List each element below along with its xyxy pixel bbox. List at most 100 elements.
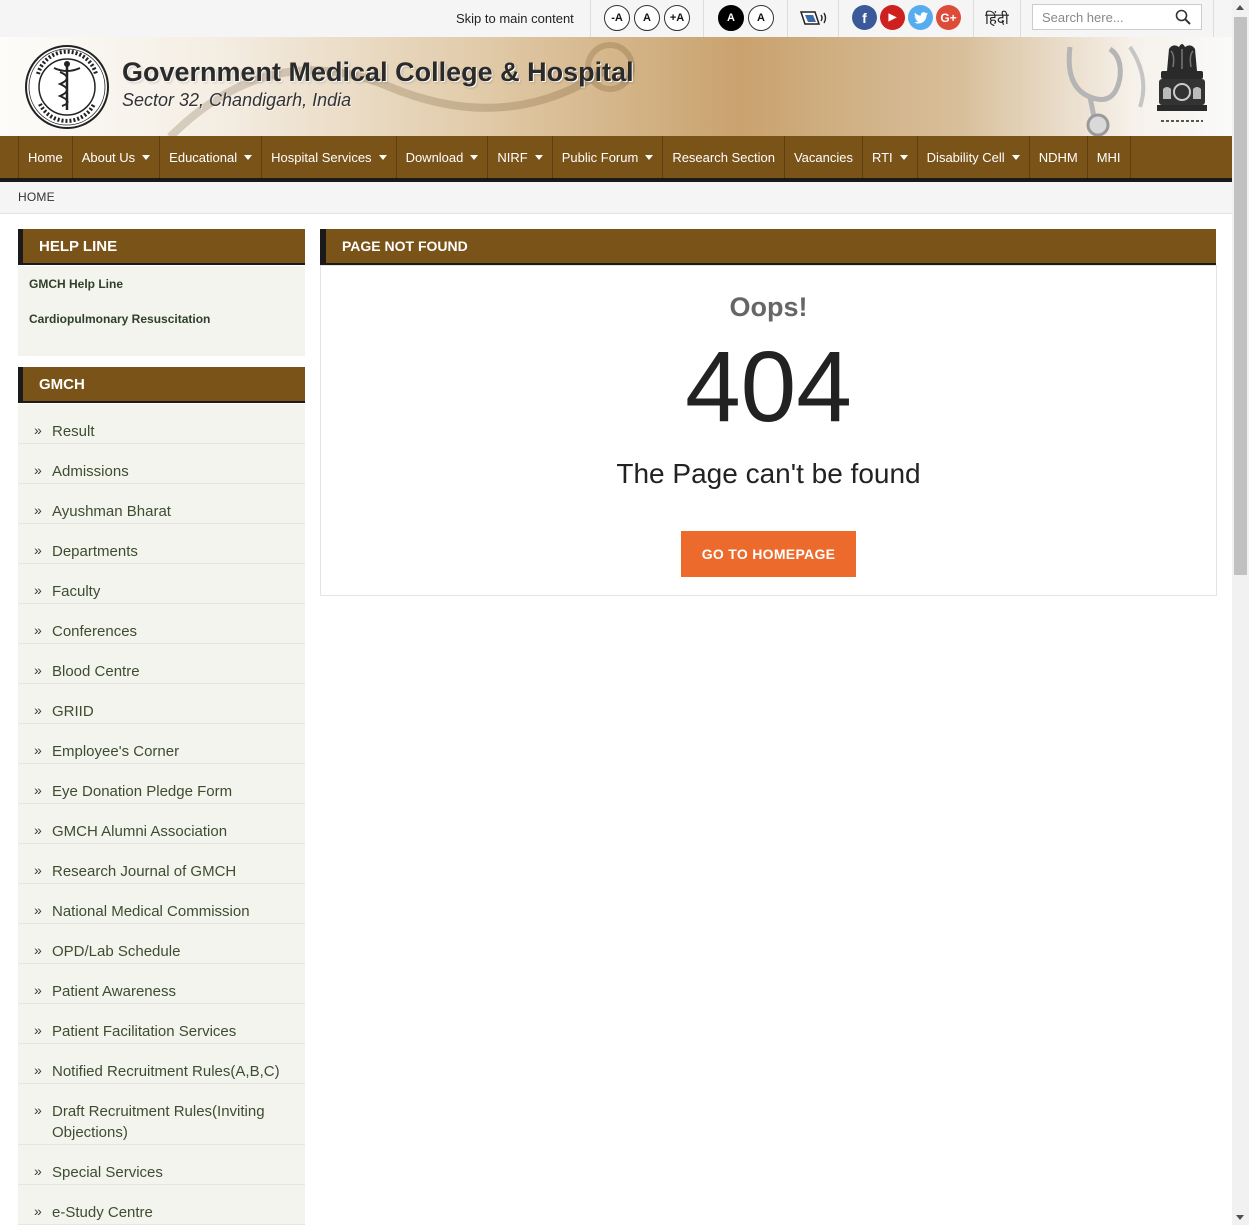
- nav-item-label: Educational: [169, 149, 238, 165]
- utility-bar: Skip to main content -A A +A A A f ▶ G+ …: [0, 0, 1232, 38]
- gmch-link-item[interactable]: » Conferences: [18, 604, 305, 644]
- nav-item-vacancies[interactable]: Vacancies: [785, 136, 863, 178]
- gmch-link-list: » Result » Admissions » Ayushman Bharat » Depar…: [18, 404, 305, 1225]
- gmch-link-item[interactable]: » e-Study Centre: [18, 1185, 305, 1225]
- search-icon[interactable]: [1175, 9, 1191, 25]
- page-not-found-header: PAGE NOT FOUND: [320, 229, 1216, 265]
- divider: [1020, 0, 1021, 37]
- nav-item-about-us[interactable]: About Us: [73, 136, 161, 178]
- font-decrease-button[interactable]: -A: [604, 5, 630, 31]
- scrollbar-thumb[interactable]: [1234, 17, 1247, 575]
- gmch-link-item[interactable]: » GMCH Alumni Association: [18, 804, 305, 844]
- gmch-link-item[interactable]: » Result: [18, 404, 305, 444]
- nav-item-label: NIRF: [497, 149, 528, 165]
- nav-item-label: NDHM: [1038, 149, 1078, 165]
- nav-item-hospital-services[interactable]: Hospital Services: [262, 136, 397, 178]
- double-chevron-icon: »: [34, 1022, 42, 1038]
- nav-item-public-forum[interactable]: Public Forum: [553, 136, 664, 178]
- nav-item-label: Research Section: [672, 149, 775, 165]
- gmch-link-item[interactable]: » Ayushman Bharat: [18, 484, 305, 524]
- caret-down-icon: [534, 154, 543, 160]
- gmch-link-item[interactable]: » OPD/Lab Schedule: [18, 924, 305, 964]
- gmch-helpline-link[interactable]: GMCH Help Line: [29, 277, 123, 291]
- double-chevron-icon: »: [34, 982, 42, 998]
- nav-item-educational[interactable]: Educational: [160, 136, 263, 178]
- double-chevron-icon: »: [34, 422, 42, 438]
- screen-reader-icon[interactable]: [800, 8, 830, 28]
- gmch-link-item[interactable]: » National Medical Commission: [18, 884, 305, 924]
- nav-item-home[interactable]: Home: [18, 136, 73, 178]
- page-title: PAGE NOT FOUND: [342, 238, 468, 254]
- gmch-link-label: Conferences: [52, 623, 138, 640]
- go-to-homepage-button[interactable]: GO TO HOMEPAGE: [681, 531, 856, 577]
- scroll-up-arrow-icon[interactable]: [1236, 5, 1244, 10]
- double-chevron-icon: »: [34, 1163, 42, 1179]
- nav-item-research-section[interactable]: Research Section: [663, 136, 785, 178]
- nav-item-label: Disability Cell: [926, 149, 1005, 165]
- nav-item-mhi[interactable]: MHI: [1088, 136, 1131, 178]
- gmch-link-label: Notified Recruitment Rules(A,B,C): [52, 1063, 280, 1080]
- main-navigation: Home About Us Educational Hospital Services…: [0, 136, 1232, 182]
- gmch-link-item[interactable]: » Patient Awareness: [18, 964, 305, 1004]
- scroll-down-arrow-icon[interactable]: [1236, 1215, 1244, 1220]
- gmch-link-item[interactable]: » Notified Recruitment Rules(A,B,C): [18, 1044, 305, 1084]
- gmch-link-item[interactable]: » Research Journal of GMCH: [18, 844, 305, 884]
- nav-item-nirf[interactable]: NIRF: [488, 136, 553, 178]
- font-increase-button[interactable]: +A: [664, 5, 690, 31]
- gmch-link-label: OPD/Lab Schedule: [52, 943, 181, 960]
- error-panel: Oops! 404 The Page can't be found GO TO …: [320, 265, 1217, 596]
- gmch-link-label: Patient Facilitation Services: [52, 1023, 237, 1040]
- font-normal-button[interactable]: A: [634, 5, 660, 31]
- gmch-link-item[interactable]: » Eye Donation Pledge Form: [18, 764, 305, 804]
- gmch-link-item[interactable]: » Departments: [18, 524, 305, 564]
- gmch-link-item[interactable]: » Employee's Corner: [18, 724, 305, 764]
- nav-item-rti[interactable]: RTI: [863, 136, 918, 178]
- page-scrollbar[interactable]: [1232, 0, 1249, 1225]
- helpline-header: HELP LINE: [18, 229, 305, 265]
- high-contrast-button[interactable]: A: [718, 5, 744, 31]
- page: Skip to main content -A A +A A A f ▶ G+ …: [0, 0, 1232, 1225]
- double-chevron-icon: »: [34, 1203, 42, 1219]
- national-emblem-image: [1157, 44, 1207, 122]
- gmch-link-label: Research Journal of GMCH: [52, 863, 237, 880]
- caret-down-icon: [645, 154, 654, 160]
- breadcrumb-home[interactable]: HOME: [18, 190, 55, 204]
- twitter-icon[interactable]: [908, 5, 933, 30]
- nav-item-label: RTI: [871, 149, 893, 165]
- facebook-icon[interactable]: f: [852, 5, 877, 30]
- language-toggle-hindi[interactable]: हिंदी: [985, 9, 1009, 29]
- site-header: Government Medical College & Hospital Se…: [0, 37, 1232, 136]
- search-input[interactable]: [1033, 5, 1177, 29]
- helpline-title: HELP LINE: [39, 238, 118, 255]
- gmch-link-item[interactable]: » Special Services: [18, 1145, 305, 1185]
- nav-item-download[interactable]: Download: [397, 136, 489, 178]
- gmch-link-item[interactable]: » Faculty: [18, 564, 305, 604]
- gmch-link-item[interactable]: » Patient Facilitation Services: [18, 1004, 305, 1044]
- double-chevron-icon: »: [34, 582, 42, 598]
- gmch-link-item[interactable]: » Admissions: [18, 444, 305, 484]
- double-chevron-icon: »: [34, 822, 42, 838]
- double-chevron-icon: »: [34, 862, 42, 878]
- gmch-link-item[interactable]: » Draft Recruitment Rules(Inviting Object…: [18, 1084, 305, 1145]
- google-plus-icon[interactable]: G+: [936, 5, 961, 30]
- gmch-link-label: GRIID: [52, 703, 94, 720]
- youtube-icon[interactable]: ▶: [880, 5, 905, 30]
- gmch-title: GMCH: [39, 376, 85, 393]
- double-chevron-icon: »: [34, 902, 42, 918]
- caret-down-icon: [1011, 154, 1020, 160]
- gmch-header: GMCH: [18, 367, 305, 403]
- gmch-link-item[interactable]: » Blood Centre: [18, 644, 305, 684]
- nav-item-ndhm[interactable]: NDHM: [1030, 136, 1088, 178]
- normal-contrast-button[interactable]: A: [748, 5, 774, 31]
- gmch-link-label: Result: [52, 423, 95, 440]
- gmch-link-label: Eye Donation Pledge Form: [52, 783, 233, 800]
- cpr-link[interactable]: Cardiopulmonary Resuscitation: [29, 312, 210, 326]
- caret-down-icon: [470, 154, 479, 160]
- nav-item-disability-cell[interactable]: Disability Cell: [918, 136, 1030, 178]
- divider: [703, 0, 704, 37]
- nav-item-label: Download: [405, 149, 464, 165]
- skip-to-content-link[interactable]: Skip to main content: [456, 11, 574, 26]
- gmch-link-item[interactable]: » GRIID: [18, 684, 305, 724]
- double-chevron-icon: »: [34, 662, 42, 678]
- gmch-link-label: Departments: [52, 543, 138, 560]
